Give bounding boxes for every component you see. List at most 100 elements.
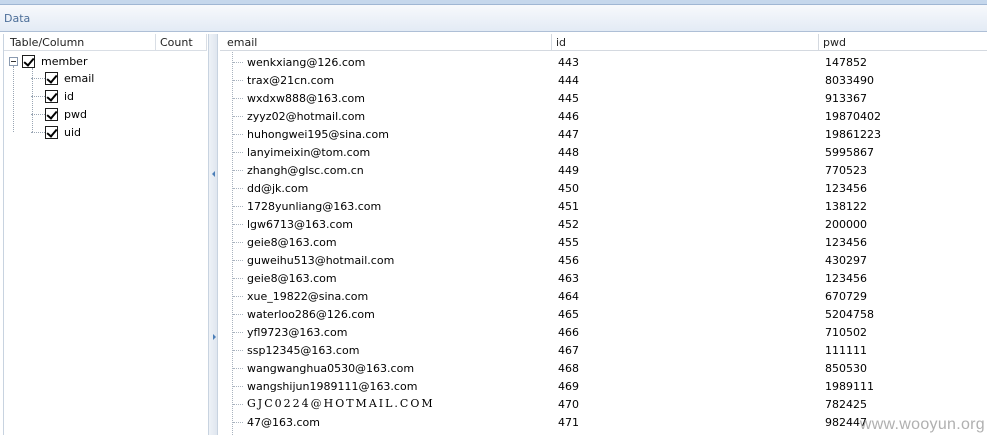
cell-pwd[interactable]: 123456: [825, 236, 867, 249]
cell-id[interactable]: 468: [558, 362, 579, 375]
cell-id[interactable]: 471: [558, 416, 579, 429]
column-header-id[interactable]: id: [556, 36, 566, 49]
table-row[interactable]: lanyimeixin@tom.com 448 5995867: [220, 143, 987, 161]
tree-node-id[interactable]: id: [45, 87, 74, 105]
cell-email[interactable]: dd@jk.com: [247, 182, 308, 195]
cell-email[interactable]: lgw6713@163.com: [247, 218, 353, 231]
cell-id[interactable]: 463: [558, 272, 579, 285]
cell-id[interactable]: 443: [558, 56, 579, 69]
cell-pwd[interactable]: 782425: [825, 398, 867, 411]
table-row[interactable]: lgw6713@163.com 452 200000: [220, 215, 987, 233]
column-header-pwd[interactable]: pwd: [823, 36, 846, 49]
column-header-email[interactable]: email: [227, 36, 257, 49]
cell-pwd[interactable]: 123456: [825, 272, 867, 285]
cell-pwd[interactable]: 5995867: [825, 146, 874, 159]
table-row[interactable]: GJC0224@HOTMAIL.COM 470 782425: [220, 395, 987, 413]
tree-node-email[interactable]: email: [45, 69, 94, 87]
cell-pwd[interactable]: 19870402: [825, 110, 881, 123]
tree-node-uid[interactable]: uid: [45, 123, 81, 141]
uid-checkbox[interactable]: [45, 125, 58, 139]
cell-id[interactable]: 470: [558, 398, 579, 411]
cell-email[interactable]: xue_19822@sina.com: [247, 290, 368, 303]
cell-email[interactable]: 1728yunliang@163.com: [247, 200, 381, 213]
table-row[interactable]: zhangh@glsc.com.cn 449 770523: [220, 161, 987, 179]
tree-node-pwd[interactable]: pwd: [45, 105, 87, 123]
table-row[interactable]: waterloo286@126.com 465 5204758: [220, 305, 987, 323]
table-row[interactable]: guweihu513@hotmail.com 456 430297: [220, 251, 987, 269]
cell-pwd[interactable]: 19861223: [825, 128, 881, 141]
cell-pwd[interactable]: 200000: [825, 218, 867, 231]
cell-pwd[interactable]: 5204758: [825, 308, 874, 321]
cell-id[interactable]: 456: [558, 254, 579, 267]
id-checkbox[interactable]: [45, 89, 58, 103]
tree-node-member[interactable]: member: [9, 52, 87, 70]
cell-email[interactable]: lanyimeixin@tom.com: [247, 146, 370, 159]
cell-id[interactable]: 449: [558, 164, 579, 177]
cell-email[interactable]: zhangh@glsc.com.cn: [247, 164, 364, 177]
cell-email[interactable]: geie8@163.com: [247, 272, 337, 285]
cell-id[interactable]: 446: [558, 110, 579, 123]
table-row[interactable]: geie8@163.com 463 123456: [220, 269, 987, 287]
cell-email[interactable]: yfl9723@163.com: [247, 326, 347, 339]
table-row[interactable]: geie8@163.com 455 123456: [220, 233, 987, 251]
cell-id[interactable]: 469: [558, 380, 579, 393]
cell-email[interactable]: huhongwei195@sina.com: [247, 128, 389, 141]
expand-right-icon[interactable]: [213, 334, 216, 340]
cell-id[interactable]: 465: [558, 308, 579, 321]
cell-pwd[interactable]: 770523: [825, 164, 867, 177]
pwd-checkbox[interactable]: [45, 107, 58, 121]
cell-id[interactable]: 452: [558, 218, 579, 231]
cell-id[interactable]: 451: [558, 200, 579, 213]
panel-splitter[interactable]: [208, 34, 218, 435]
table-row[interactable]: wangwanghua0530@163.com 468 850530: [220, 359, 987, 377]
cell-email[interactable]: 47@163.com: [247, 416, 320, 429]
cell-pwd[interactable]: 710502: [825, 326, 867, 339]
cell-email[interactable]: geie8@163.com: [247, 236, 337, 249]
table-row[interactable]: trax@21cn.com 444 8033490: [220, 71, 987, 89]
cell-id[interactable]: 466: [558, 326, 579, 339]
table-row[interactable]: zyyz02@hotmail.com 446 19870402: [220, 107, 987, 125]
table-row[interactable]: xue_19822@sina.com 464 670729: [220, 287, 987, 305]
cell-email[interactable]: zyyz02@hotmail.com: [247, 110, 365, 123]
table-row[interactable]: huhongwei195@sina.com 447 19861223: [220, 125, 987, 143]
cell-email[interactable]: waterloo286@126.com: [247, 308, 375, 321]
cell-id[interactable]: 448: [558, 146, 579, 159]
cell-pwd[interactable]: 850530: [825, 362, 867, 375]
table-row[interactable]: yfl9723@163.com 466 710502: [220, 323, 987, 341]
cell-id[interactable]: 444: [558, 74, 579, 87]
cell-pwd[interactable]: 147852: [825, 56, 867, 69]
cell-id[interactable]: 445: [558, 92, 579, 105]
cell-email[interactable]: trax@21cn.com: [247, 74, 334, 87]
cell-email[interactable]: wenkxiang@126.com: [247, 56, 365, 69]
tree-header-count[interactable]: Count: [160, 36, 193, 49]
cell-pwd[interactable]: 138122: [825, 200, 867, 213]
cell-email[interactable]: wangshijun1989111@163.com: [247, 380, 417, 393]
cell-email[interactable]: ssp12345@163.com: [247, 344, 359, 357]
cell-id[interactable]: 447: [558, 128, 579, 141]
cell-pwd[interactable]: 670729: [825, 290, 867, 303]
cell-email[interactable]: guweihu513@hotmail.com: [247, 254, 394, 267]
cell-pwd[interactable]: 1989111: [825, 380, 874, 393]
table-row[interactable]: ssp12345@163.com 467 111111: [220, 341, 987, 359]
table-row[interactable]: wangshijun1989111@163.com 469 1989111: [220, 377, 987, 395]
cell-email[interactable]: wangwanghua0530@163.com: [247, 362, 414, 375]
cell-id[interactable]: 464: [558, 290, 579, 303]
table-row[interactable]: wenkxiang@126.com 443 147852: [220, 53, 987, 71]
cell-pwd[interactable]: 430297: [825, 254, 867, 267]
cell-email[interactable]: wxdxw888@163.com: [247, 92, 365, 105]
email-checkbox[interactable]: [45, 71, 58, 85]
collapse-icon[interactable]: [9, 56, 18, 66]
tree-header-table-column[interactable]: Table/Column: [10, 36, 84, 49]
cell-pwd[interactable]: 123456: [825, 182, 867, 195]
table-row[interactable]: wxdxw888@163.com 445 913367: [220, 89, 987, 107]
cell-pwd[interactable]: 8033490: [825, 74, 874, 87]
cell-pwd[interactable]: 913367: [825, 92, 867, 105]
cell-id[interactable]: 450: [558, 182, 579, 195]
cell-email[interactable]: GJC0224@HOTMAIL.COM: [247, 397, 435, 410]
table-row[interactable]: dd@jk.com 450 123456: [220, 179, 987, 197]
collapse-left-icon[interactable]: [212, 171, 215, 177]
cell-id[interactable]: 455: [558, 236, 579, 249]
member-checkbox[interactable]: [22, 54, 35, 68]
cell-pwd[interactable]: 111111: [825, 344, 867, 357]
table-row[interactable]: 1728yunliang@163.com 451 138122: [220, 197, 987, 215]
